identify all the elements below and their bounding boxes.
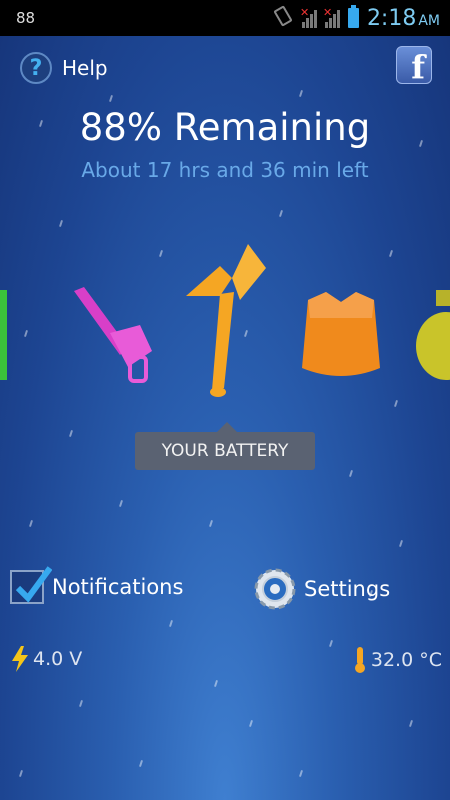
- grenade-icon[interactable]: [412, 290, 450, 382]
- clock: 2:18 AM: [366, 5, 440, 31]
- settings-button[interactable]: Settings: [252, 566, 390, 612]
- vibrate-icon: [272, 5, 294, 31]
- notifications-label[interactable]: Notifications: [52, 575, 183, 599]
- help-icon[interactable]: ?: [20, 52, 52, 84]
- battery-time-left: About 17 hrs and 36 min left: [81, 158, 369, 182]
- checkmark-icon: [15, 566, 52, 603]
- gear-icon[interactable]: [252, 566, 298, 612]
- green-item-icon[interactable]: [0, 290, 10, 390]
- voltage-value: 4.0 V: [33, 648, 83, 670]
- temperature-readout: 32.0 °C: [352, 646, 442, 674]
- status-bar: 88 ✕ ✕ 2:18 AM: [0, 0, 450, 36]
- status-icons: ✕ ✕ 2:18 AM: [272, 5, 440, 31]
- battery-remaining-title: 88% Remaining: [79, 106, 371, 149]
- battery-status-icon: [347, 5, 359, 28]
- axe-icon[interactable]: [180, 238, 270, 418]
- thermometer-icon: [354, 647, 365, 673]
- lightning-icon: [12, 646, 28, 672]
- temperature-value: 32.0 °C: [370, 649, 442, 671]
- signal-icon-2: ✕: [323, 6, 340, 28]
- settings-label[interactable]: Settings: [304, 577, 390, 601]
- voltage-readout: 4.0 V: [10, 646, 82, 672]
- armor-vest-icon[interactable]: [296, 288, 386, 388]
- facebook-icon[interactable]: f: [396, 46, 432, 84]
- your-battery-tooltip: YOUR BATTERY: [135, 422, 315, 470]
- help-label[interactable]: Help: [62, 56, 108, 80]
- notifications-checkbox[interactable]: [10, 566, 52, 604]
- chainsaw-icon[interactable]: [68, 285, 158, 385]
- signal-icon: ✕: [300, 6, 317, 28]
- help-button[interactable]: ? Help: [20, 52, 108, 84]
- notifications-toggle[interactable]: Notifications: [10, 566, 183, 604]
- status-notification-count: 88: [16, 9, 36, 27]
